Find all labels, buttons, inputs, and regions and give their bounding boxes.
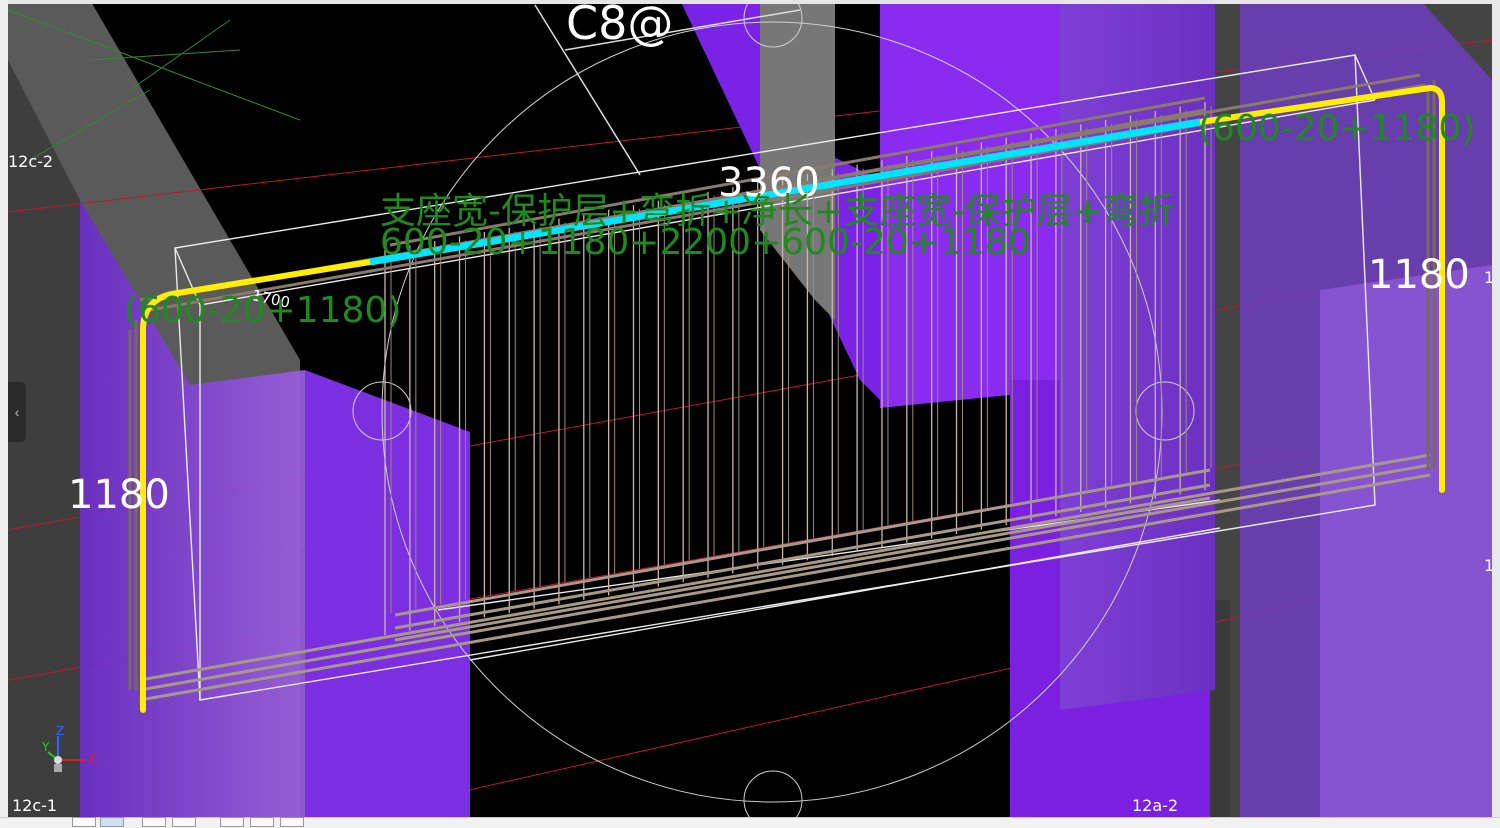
window-left-edge xyxy=(0,0,8,828)
grid-label-12c-2: 12c-2 xyxy=(8,152,54,171)
purple-column-far-right-face xyxy=(1320,265,1492,828)
toolbar-button-4[interactable] xyxy=(172,817,196,827)
grid-label-12a-2: 12a-2 xyxy=(1132,796,1179,815)
3d-viewport[interactable]: C8@ 3360 1700 1180 1180 支座宽-保护层+弯折+净长+支座… xyxy=(0,0,1500,828)
bottom-toolbar xyxy=(0,817,1500,828)
toolbar-button-7[interactable] xyxy=(280,817,304,827)
purple-column-right-face xyxy=(1060,0,1215,710)
chevron-left-icon: ‹ xyxy=(14,404,20,420)
left-segment-label: (600-20+1180) xyxy=(124,290,402,331)
axis-y-label: Y xyxy=(42,740,50,754)
axis-z-label: Z xyxy=(56,724,65,738)
toolbar-button-1[interactable] xyxy=(72,817,96,827)
toolbar-button-3[interactable] xyxy=(142,817,166,827)
axis-x-label: X xyxy=(88,752,97,766)
window-top-edge xyxy=(0,0,1500,4)
panel-collapse-tab[interactable]: ‹ xyxy=(8,382,26,442)
rebar-spec-text: C8@ xyxy=(566,0,674,50)
dimension-right-label: 1180 xyxy=(1368,252,1470,298)
toolbar-button-6[interactable] xyxy=(250,817,274,827)
right-segment-label: (600-20+1180) xyxy=(1198,108,1476,149)
formula-values-label: 600-20+1180+2200+600-20+1180 xyxy=(380,222,1031,263)
grid-label-12c-1: 12c-1 xyxy=(12,796,58,815)
toolbar-button-5[interactable] xyxy=(220,817,244,827)
dimension-left-label: 1180 xyxy=(68,472,170,518)
toolbar-button-2[interactable] xyxy=(100,817,124,827)
axis-gizmo[interactable]: Z Y X xyxy=(40,724,100,775)
rebar-spec-label: C8@ xyxy=(566,0,673,50)
window-right-edge xyxy=(1492,0,1500,828)
